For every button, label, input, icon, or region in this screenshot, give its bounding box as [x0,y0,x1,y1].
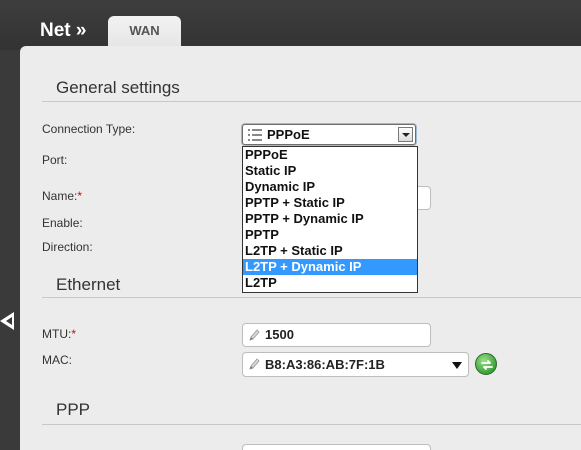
mac-select[interactable]: B8:A3:86:AB:7F:1B [242,352,469,377]
dropdown-option[interactable]: PPTP + Dynamic IP [243,211,417,227]
top-bar: Net » [0,0,581,50]
mac-label: MAC: [42,353,72,367]
connection-type-dropdown[interactable]: PPPoE Static IP Dynamic IP PPTP + Static… [242,146,418,293]
section-title-general: General settings [56,78,180,97]
chevron-down-icon[interactable] [398,127,413,142]
connection-type-value: PPPoE [267,127,310,142]
tab-wan[interactable]: WAN [108,16,181,46]
name-label: Name:* [42,189,82,203]
section-title-ethernet: Ethernet [56,275,121,294]
mtu-value: 1500 [265,327,294,342]
section-divider [42,297,581,298]
refresh-arrows [481,360,493,370]
dropdown-option-highlighted[interactable]: L2TP + Dynamic IP [243,259,417,275]
back-arrow-notch [6,317,12,325]
name-input[interactable] [418,186,431,210]
connection-type-select[interactable]: PPPoE [242,124,416,145]
required-mark: * [71,327,76,341]
mtu-label: MTU:* [42,327,76,341]
mtu-label-text: MTU: [42,327,72,341]
breadcrumb[interactable]: Net » [40,20,86,42]
mtu-input[interactable]: 1500 [242,323,431,347]
section-divider [42,101,581,102]
pencil-icon [249,329,260,341]
name-label-text: Name: [42,189,78,203]
dropdown-option[interactable]: Static IP [243,163,417,179]
enable-label: Enable: [42,216,83,230]
chevron-down-icon[interactable] [452,362,462,369]
dropdown-option[interactable]: PPPoE [243,147,417,163]
list-icon [248,129,262,141]
dropdown-option[interactable]: PPTP [243,227,417,243]
dropdown-option[interactable]: Dynamic IP [243,179,417,195]
connection-type-label: Connection Type: [42,122,136,136]
ppp-username-input[interactable] [242,444,431,450]
mac-value: B8:A3:86:AB:7F:1B [265,357,385,372]
section-divider [42,424,581,425]
direction-label: Direction: [42,240,93,254]
port-label: Port: [42,153,68,167]
section-title-ppp: PPP [56,400,91,419]
dropdown-option[interactable]: L2TP + Static IP [243,243,417,259]
dropdown-option[interactable]: L2TP [243,275,417,291]
required-mark: * [77,189,83,203]
pencil-icon [249,358,260,370]
refresh-icon[interactable] [475,353,497,375]
dropdown-option[interactable]: PPTP + Static IP [243,195,417,211]
